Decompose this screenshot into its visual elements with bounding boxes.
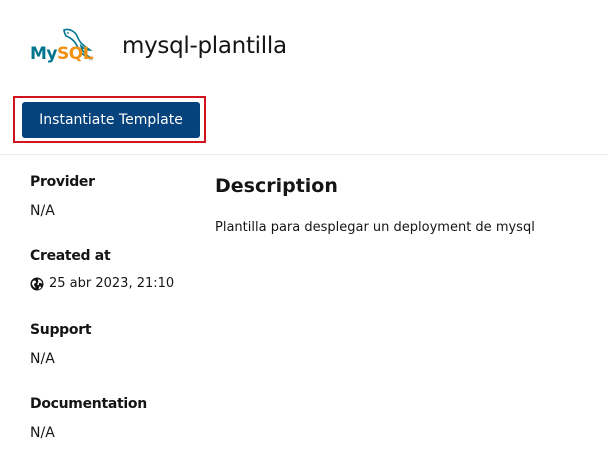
description-text: Plantilla para desplegar un deployment d… [215,220,535,235]
provider-label: Provider [30,174,95,190]
documentation-label: Documentation [30,396,147,412]
instantiate-template-button[interactable]: Instantiate Template [22,102,200,138]
created-at-label: Created at [30,248,111,264]
logo-my: My [30,44,58,64]
description-title: Description [215,175,338,197]
mysql-logo-text: MySQL [30,44,94,64]
globe-icon [30,277,44,290]
support-value: N/A [30,351,55,367]
provider-value: N/A [30,203,55,219]
documentation-value: N/A [30,425,55,441]
page-title: mysql-plantilla [122,33,287,59]
created-at-value: 25 abr 2023, 21:10 [49,276,175,291]
support-label: Support [30,322,92,338]
created-at-row: 25 abr 2023, 21:10 [30,276,174,291]
logo-trademark: ™ [88,58,93,64]
template-header: MySQL ™ mysql-plantilla Instantiate Temp… [0,0,608,155]
mysql-logo: MySQL ™ [28,26,96,72]
